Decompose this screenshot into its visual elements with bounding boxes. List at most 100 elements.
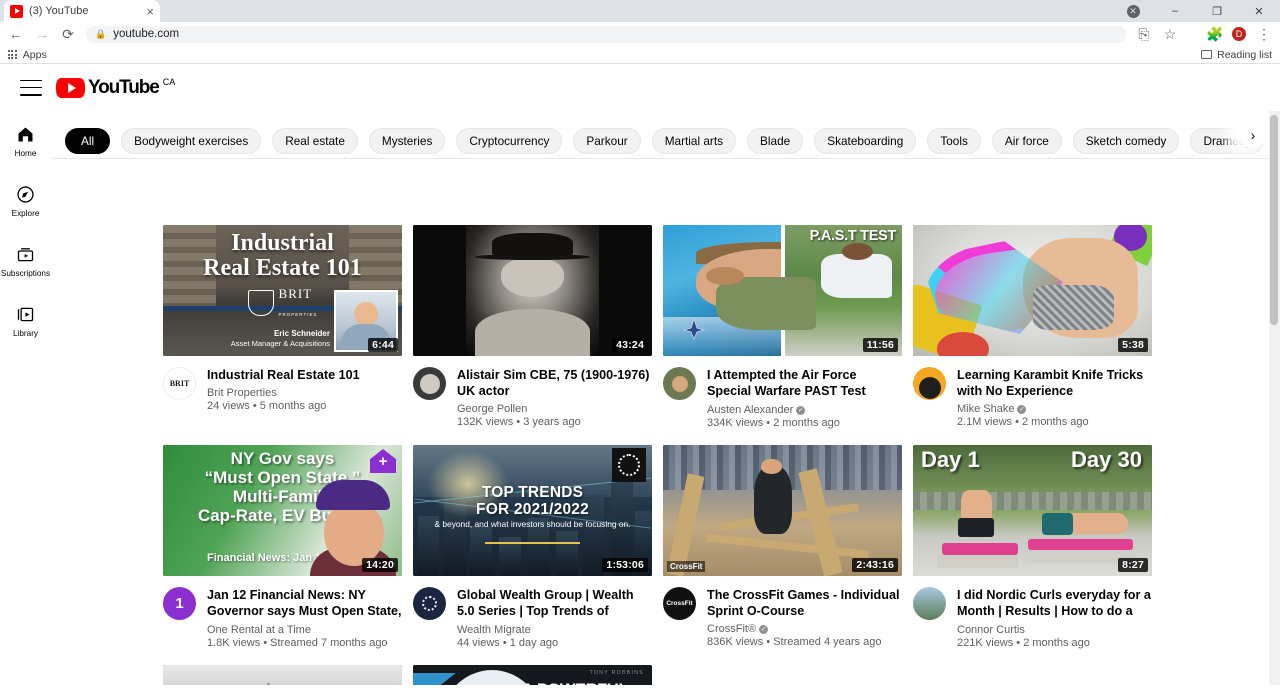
install-app-icon[interactable]: ⎘ <box>1136 26 1152 43</box>
video-title[interactable]: The CrossFit Games - Individual Sprint O… <box>707 587 902 619</box>
avatar[interactable] <box>413 367 446 400</box>
close-circle-icon: ✕ <box>1126 4 1140 18</box>
video-title[interactable]: I did Nordic Curls everyday for a Month … <box>957 587 1152 620</box>
video-thumbnail[interactable] <box>163 665 402 685</box>
apps-label[interactable]: Apps <box>23 49 47 61</box>
channel-name[interactable]: Mike Shake ✓ <box>957 403 1152 415</box>
video-card[interactable]: TONY ROBBINS A POWERFULMESSAGE FROMTONY … <box>413 665 652 685</box>
chevron-right-icon[interactable]: › <box>1240 122 1266 148</box>
forward-icon[interactable]: → <box>34 26 50 42</box>
channel-label: CrossFit® <box>707 623 757 636</box>
channel-name[interactable]: Brit Properties <box>207 387 402 399</box>
chip-air-force[interactable]: Air force <box>991 127 1062 154</box>
thumbnail-artwork <box>413 225 652 356</box>
thumbnail-title-text: A POWERFULMESSAGE FROMTONY AND SAGE <box>522 681 646 685</box>
avatar[interactable] <box>913 367 946 400</box>
chip-all[interactable]: All <box>65 127 111 154</box>
video-card[interactable]: 43:24 Alistair Sim CBE, 75 (1900-1976) U… <box>413 225 652 429</box>
youtube-logo[interactable]: YouTube CA <box>56 76 176 98</box>
account-close-button[interactable]: ✕ <box>1112 0 1154 22</box>
library-icon <box>17 307 34 322</box>
video-thumbnail[interactable]: TONY ROBBINS A POWERFULMESSAGE FROMTONY … <box>413 665 652 685</box>
apps-grid-icon[interactable] <box>8 50 17 59</box>
avatar[interactable]: D <box>1232 27 1246 41</box>
close-icon[interactable]: × <box>146 5 154 18</box>
thumbnail-artwork: NY Gov says “Must Open State,” Multi-Famil… <box>163 445 402 576</box>
video-thumbnail[interactable]: 43:24 <box>413 225 652 356</box>
avatar[interactable]: CrossFit <box>663 587 696 620</box>
video-title[interactable]: I Attempted the Air Force Special Warfar… <box>707 367 902 400</box>
video-title[interactable]: Learning Karambit Knife Tricks with No E… <box>957 367 1152 399</box>
browser-tab[interactable]: (3) YouTube × <box>4 0 160 22</box>
maximize-button[interactable]: ❐ <box>1196 0 1238 22</box>
sidebar-item-home[interactable]: Home <box>0 111 51 171</box>
video-card[interactable]: Day 1 Day 30 8:27 I did Nordic Curls eve… <box>913 445 1152 649</box>
video-thumbnail[interactable]: NY Gov says “Must Open State,” Multi-Famil… <box>163 445 402 576</box>
video-card[interactable]: 5:38 Learning Karambit Knife Tricks with… <box>913 225 1152 429</box>
video-card[interactable]: TOP TRENDS FOR 2021/2022 & beyond, and wh… <box>413 445 652 649</box>
video-card[interactable]: NY Gov says “Must Open State,” Multi-Famil… <box>163 445 402 649</box>
chip-blade[interactable]: Blade <box>747 127 804 154</box>
chip-tools[interactable]: Tools <box>927 127 981 154</box>
video-title[interactable]: Alistair Sim CBE, 75 (1900-1976) UK acto… <box>457 367 652 399</box>
channel-name[interactable]: CrossFit® ✓ <box>707 623 902 635</box>
page-scrollbar[interactable] <box>1269 111 1280 685</box>
browser-menu-icon[interactable]: ⋮ <box>1256 26 1272 43</box>
video-title[interactable]: Industrial Real Estate 101 <box>207 367 402 383</box>
video-meta: CrossFit The CrossFit Games - Individual… <box>663 576 902 648</box>
channel-name[interactable]: Wealth Migrate <box>457 624 652 636</box>
bookmark-star-icon[interactable]: ☆ <box>1162 26 1178 43</box>
channel-name[interactable]: Austen Alexander ✓ <box>707 404 902 416</box>
back-icon[interactable]: ← <box>8 26 24 42</box>
chip-skateboarding[interactable]: Skateboarding <box>814 127 917 154</box>
reading-list-button[interactable]: Reading list <box>1201 49 1272 61</box>
video-card[interactable]: CrossFit 2:43:16 CrossFit The CrossFit G… <box>663 445 902 649</box>
chip-bodyweight-exercises[interactable]: Bodyweight exercises <box>121 127 262 154</box>
video-meta: Alistair Sim CBE, 75 (1900-1976) UK acto… <box>413 356 652 428</box>
avatar[interactable] <box>663 367 696 400</box>
video-title[interactable]: Jan 12 Financial News: NY Governor says … <box>207 587 402 620</box>
video-stats: 2.1M views • 2 months ago <box>957 416 1089 429</box>
country-code: CA <box>162 76 176 87</box>
video-duration: 2:43:16 <box>852 558 898 572</box>
video-thumbnail[interactable]: CrossFit 2:43:16 <box>663 445 902 576</box>
video-card[interactable]: Industrial Real Estate 101 BRIT PROPERTIE… <box>163 225 402 429</box>
video-card[interactable]: P.A.S.T TEST 11:56 I Attempted the Air F… <box>663 225 902 429</box>
video-thumbnail[interactable]: 5:38 <box>913 225 1152 356</box>
scrollbar-thumb[interactable] <box>1270 115 1278 325</box>
video-card[interactable] <box>163 665 402 685</box>
video-thumbnail[interactable]: TOP TRENDS FOR 2021/2022 & beyond, and wh… <box>413 445 652 576</box>
chip-real-estate[interactable]: Real estate <box>272 127 358 154</box>
brand-name: BRIT <box>278 286 313 301</box>
channel-name[interactable]: George Pollen <box>457 403 652 415</box>
hamburger-menu-icon[interactable] <box>20 79 42 96</box>
address-bar[interactable]: 🔒 youtube.com <box>86 25 1126 43</box>
video-thumbnail[interactable]: Industrial Real Estate 101 BRIT PROPERTIE… <box>163 225 402 356</box>
video-title[interactable]: Global Wealth Group | Wealth 5.0 Series … <box>457 587 652 620</box>
sidebar-item-explore[interactable]: Explore <box>0 171 51 231</box>
channel-label: Brit Properties <box>207 387 277 400</box>
video-thumbnail[interactable]: P.A.S.T TEST 11:56 <box>663 225 902 356</box>
chip-mysteries[interactable]: Mysteries <box>368 127 446 154</box>
thumbnail-artwork: TOP TRENDS FOR 2021/2022 & beyond, and wh… <box>413 445 652 576</box>
sidebar-item-label: Subscriptions <box>0 268 51 278</box>
extensions-puzzle-icon[interactable]: 🧩 <box>1206 26 1223 43</box>
sidebar-item-subscriptions[interactable]: Subscriptions <box>0 231 51 291</box>
avatar[interactable] <box>913 587 946 620</box>
sidebar: Home Explore Subscriptions Library <box>0 111 51 685</box>
avatar[interactable]: 1 <box>163 587 196 620</box>
sidebar-item-library[interactable]: Library <box>0 291 51 351</box>
minimize-button[interactable]: – <box>1154 0 1196 22</box>
chip-martial-arts[interactable]: Martial arts <box>651 127 737 154</box>
avatar[interactable]: BRIT <box>163 367 196 400</box>
chip-cryptocurrency[interactable]: Cryptocurrency <box>456 127 563 154</box>
reload-icon[interactable]: ⟳ <box>60 26 76 43</box>
channel-name[interactable]: One Rental at a Time <box>207 624 402 636</box>
video-thumbnail[interactable]: Day 1 Day 30 8:27 <box>913 445 1152 576</box>
avatar[interactable] <box>413 587 446 620</box>
youtube-logo-text: YouTube <box>88 76 160 98</box>
channel-name[interactable]: Connor Curtis <box>957 624 1152 636</box>
chip-parkour[interactable]: Parkour <box>573 127 641 154</box>
window-close-button[interactable]: ✕ <box>1238 0 1280 22</box>
chip-sketch-comedy[interactable]: Sketch comedy <box>1072 127 1180 154</box>
